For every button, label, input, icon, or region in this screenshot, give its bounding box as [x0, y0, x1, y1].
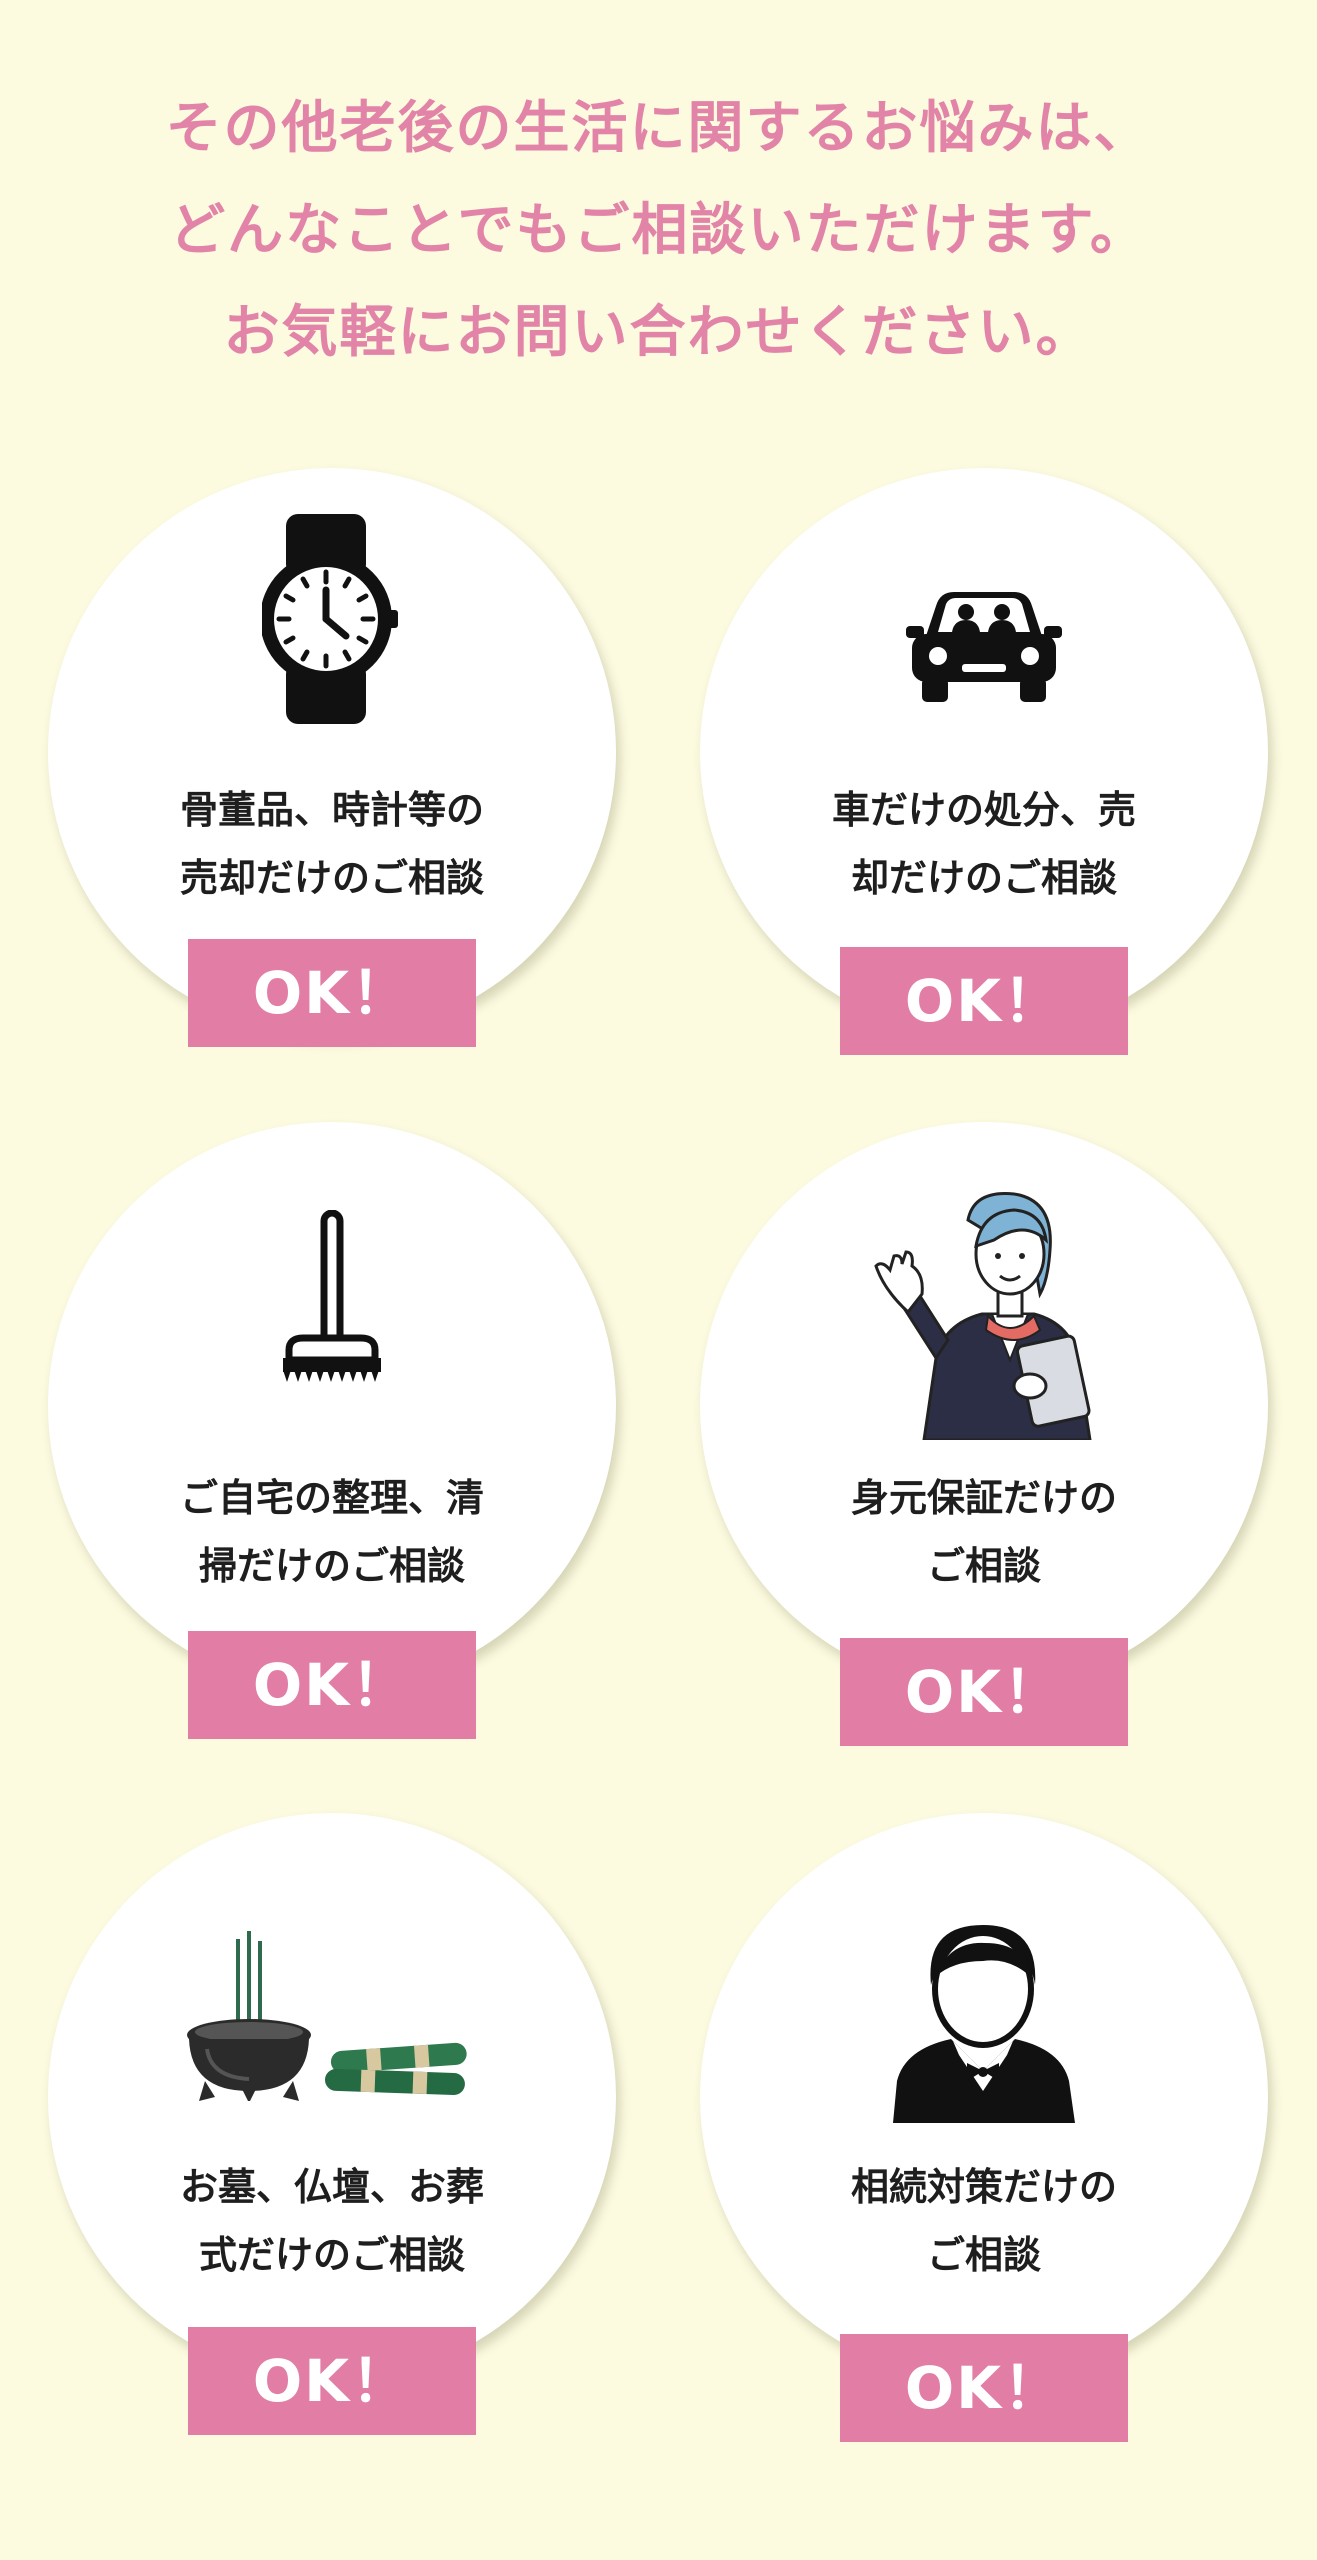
broom-icon — [283, 1210, 381, 1382]
service-card-home-cleanup: ご自宅の整理、清 掃だけのご相談 OK！ — [48, 1122, 616, 1739]
card-label: 相続対策だけの ご相談 — [850, 2165, 1117, 2277]
service-card-guarantor: 身元保証だけの ご相談 OK！ — [700, 1122, 1268, 1746]
card-label: 骨董品、時計等の 売却だけのご相談 — [179, 788, 484, 900]
headline-line-2: どんなことでもご相談いただけます。 — [169, 198, 1148, 263]
service-card-car-disposal: 車だけの処分、売 却だけのご相談 OK！ — [700, 468, 1268, 1055]
car-icon — [906, 592, 1062, 702]
ok-badge: OK！ — [840, 947, 1128, 1055]
card-label: ご自宅の整理、清 掃だけのご相談 — [179, 1476, 484, 1588]
card-label: 車だけの処分、売 却だけのご相談 — [831, 788, 1136, 900]
ok-badge: OK！ — [188, 2327, 476, 2435]
service-card-funeral: お墓、仏壇、お葬 式だけのご相談 OK！ — [48, 1813, 616, 2435]
headline: その他老後の生活に関するお悩みは、 どんなことでもご相談いただけます。 お気軽に… — [0, 78, 1317, 384]
card-label: お墓、仏壇、お葬 式だけのご相談 — [179, 2165, 484, 2277]
headline-line-3: お気軽にお問い合わせください。 — [223, 300, 1094, 365]
wristwatch-icon — [262, 514, 398, 724]
receptionist-woman-icon — [874, 1192, 1092, 1440]
ok-badge: OK！ — [188, 1631, 476, 1739]
ok-badge: OK！ — [188, 939, 476, 1047]
ok-badge: OK！ — [840, 1638, 1128, 1746]
businessman-icon — [893, 1925, 1075, 2123]
card-label: 身元保証だけの ご相談 — [850, 1476, 1117, 1588]
service-card-inheritance: 相続対策だけの ご相談 OK！ — [700, 1813, 1268, 2442]
ok-badge: OK！ — [840, 2334, 1128, 2442]
service-card-antiques-watch: 骨董品、時計等の 売却だけのご相談 OK！ — [48, 468, 616, 1047]
headline-line-1: その他老後の生活に関するお悩みは、 — [165, 96, 1152, 161]
card-circle — [48, 1122, 616, 1690]
incense-burner-icon — [187, 1931, 467, 2101]
